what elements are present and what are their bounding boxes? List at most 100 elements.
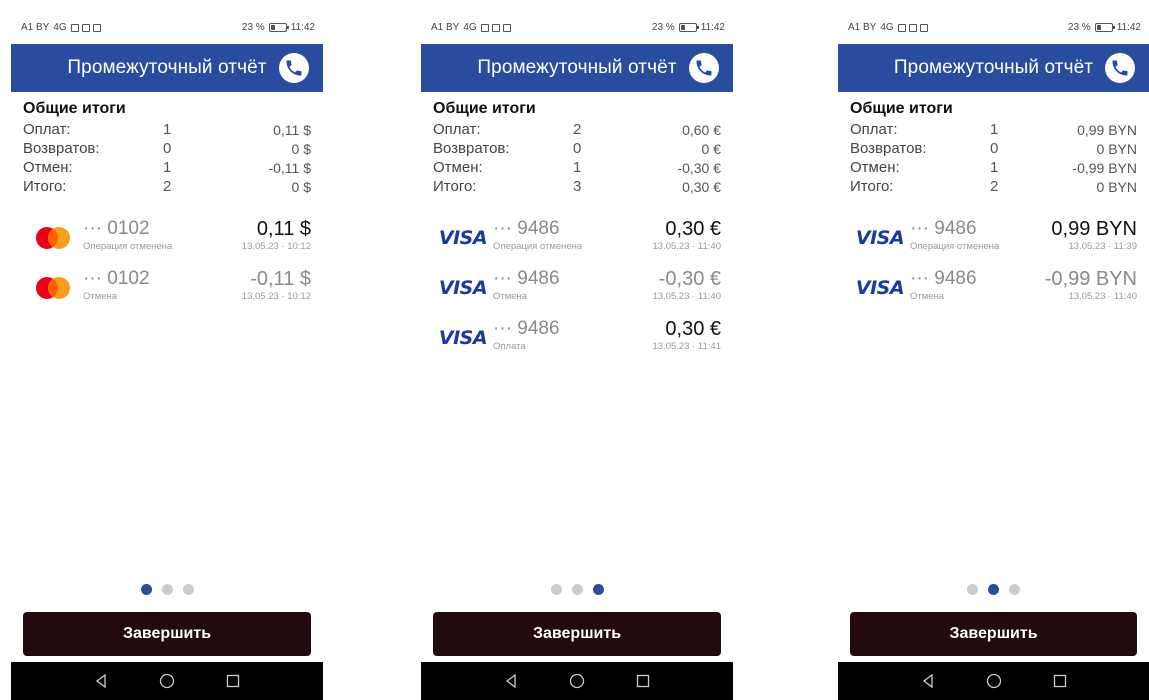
notification-icons — [70, 23, 101, 32]
transaction-item[interactable]: ··· 0102 Отмена -0,11 $13.05.23 · 10:12 — [23, 268, 311, 318]
phone-icon — [286, 60, 302, 76]
transaction-amount: 0,30 € — [665, 318, 721, 340]
transaction-amount: 0,30 € — [665, 218, 721, 240]
back-icon — [922, 674, 933, 688]
totals-count: 0 — [990, 140, 999, 157]
totals-row-total: Итого: 2 0 BYN — [850, 177, 1137, 196]
back-icon — [95, 674, 106, 688]
nav-recents-button[interactable] — [1027, 662, 1093, 700]
nav-recents-button[interactable] — [200, 662, 266, 700]
card-brand-logo: VISA — [433, 220, 493, 256]
transaction-amount-block: 0,30 €13.05.23 · 11:41 — [653, 318, 722, 352]
visa-icon: VISA — [855, 277, 905, 299]
transaction-item[interactable]: VISA ··· 9486 Отмена -0,30 €13.05.23 · 11:4… — [433, 268, 721, 318]
nav-recents-button[interactable] — [610, 662, 676, 700]
call-button[interactable] — [689, 53, 719, 83]
clock: 11:42 — [1116, 22, 1141, 33]
transaction-date: 13.05.23 · 10:12 — [241, 241, 311, 252]
carrier-label: A1 BY — [21, 22, 50, 33]
home-icon — [159, 673, 175, 689]
page-indicator — [11, 584, 323, 595]
transaction-item[interactable]: VISA ··· 9486 Оплата 0,30 €13.05.23 · 11:41 — [433, 318, 721, 368]
transaction-item[interactable]: VISA ··· 9486 Отмена -0,99 BYN 13.05.23 · 11… — [850, 268, 1137, 318]
transaction-list: VISA ··· 9486 Операция отменена 0,30 €13.05… — [433, 218, 721, 368]
card-number: ··· 0102 — [83, 218, 150, 239]
card-brand-logo: VISA — [433, 270, 493, 306]
transaction-item[interactable]: VISA ··· 9486 Операция отменена 0,30 €13.05… — [433, 218, 721, 268]
totals-row-refunds: Возвратов: 0 0 € — [433, 139, 721, 158]
transaction-date: 13.05.23 · 11:41 — [652, 341, 722, 352]
totals-label: Отмен: — [433, 159, 483, 176]
page-dot[interactable] — [161, 584, 173, 595]
totals-label: Возвратов: — [23, 140, 100, 157]
call-button[interactable] — [1105, 53, 1135, 83]
battery-icon — [268, 23, 289, 32]
totals-label: Итого: — [433, 178, 477, 195]
page-dot[interactable] — [182, 584, 194, 595]
clock: 11:42 — [290, 22, 315, 33]
page-title: Промежуточный отчёт — [67, 57, 267, 78]
transaction-status: Операция отменена — [493, 241, 583, 252]
nav-home-button[interactable] — [544, 662, 610, 700]
totals-amount: 0,11 $ — [273, 121, 311, 138]
nav-home-button[interactable] — [961, 662, 1027, 700]
transaction-date: 13.05.23 · 11:40 — [652, 291, 722, 302]
totals-label: Оплат: — [433, 121, 481, 138]
totals-amount: 0,30 € — [682, 178, 721, 195]
notification-icons — [897, 23, 928, 32]
totals-row-payments: Оплат: 2 0,60 € — [433, 120, 721, 139]
mastercard-icon — [36, 227, 70, 249]
totals-amount: -0,11 $ — [268, 159, 311, 176]
card-brand-logo: VISA — [433, 320, 493, 356]
nav-back-button[interactable] — [895, 662, 961, 700]
mastercard-icon — [36, 277, 70, 299]
transaction-item[interactable]: VISA ··· 9486 Операция отменена 0,99 BYN 13.… — [850, 218, 1137, 268]
totals-count: 0 — [163, 140, 172, 157]
transaction-amount: -0,30 € — [658, 268, 721, 290]
call-button[interactable] — [279, 53, 309, 83]
transaction-amount-block: -0,99 BYN 13.05.23 · 11:40 — [1045, 268, 1137, 302]
nav-back-button[interactable] — [478, 662, 544, 700]
page-dot[interactable] — [1009, 584, 1020, 595]
signal-label: 4G — [880, 22, 894, 33]
recents-icon — [226, 674, 240, 688]
status-bar: A1 BY 4G 23 % 11:42 — [11, 11, 323, 44]
page-dot[interactable] — [967, 584, 978, 595]
transaction-list: VISA ··· 9486 Операция отменена 0,99 BYN 13.… — [850, 218, 1137, 318]
totals-label: Возвратов: — [850, 140, 927, 157]
totals-row-refunds: Возвратов: 0 0 BYN — [850, 139, 1137, 158]
transaction-status: Отмена — [83, 291, 118, 302]
totals-count: 2 — [573, 121, 582, 138]
notification-icons — [480, 23, 511, 32]
transaction-status: Отмена — [910, 291, 945, 302]
totals-label: Итого: — [23, 178, 67, 195]
totals-count: 2 — [990, 178, 999, 195]
totals-count: 1 — [990, 121, 999, 138]
nav-home-button[interactable] — [134, 662, 200, 700]
totals-count: 1 — [163, 121, 172, 138]
transaction-info: ··· 9486 Оплата — [493, 318, 653, 352]
transaction-amount-block: -0,11 $13.05.23 · 10:12 — [242, 268, 311, 302]
finish-button[interactable]: Завершить — [23, 612, 311, 656]
page-dot-active[interactable] — [988, 584, 999, 595]
transaction-amount: 0,11 $ — [256, 218, 311, 240]
transaction-amount-block: 0,30 €13.05.23 · 11:40 — [653, 218, 722, 252]
report-content: Общие итоги Оплат: 1 0,99 BYN Возвратов:… — [838, 92, 1149, 318]
nav-back-button[interactable] — [68, 662, 134, 700]
totals-amount: 0 $ — [291, 178, 311, 195]
page-dot[interactable] — [571, 584, 583, 595]
totals-row-total: Итого: 3 0,30 € — [433, 177, 721, 196]
card-number: ··· 0102 — [83, 268, 150, 289]
status-bar: A1 BY 4G 23 % 11:42 — [421, 11, 733, 44]
page-dot[interactable] — [550, 584, 562, 595]
status-left: A1 BY 4G — [21, 22, 101, 33]
totals-amount: 0 BYN — [1096, 178, 1137, 195]
notification-icon — [491, 23, 500, 32]
page-dot-active[interactable] — [592, 584, 604, 595]
finish-button[interactable]: Завершить — [850, 612, 1137, 656]
page-dot-active[interactable] — [140, 584, 152, 595]
finish-button[interactable]: Завершить — [433, 612, 721, 656]
transaction-item[interactable]: ··· 0102 Операция отменена 0,11 $13.05.23 … — [23, 218, 311, 268]
battery-percent: 23 % — [651, 22, 675, 33]
totals-label: Оплат: — [850, 121, 898, 138]
